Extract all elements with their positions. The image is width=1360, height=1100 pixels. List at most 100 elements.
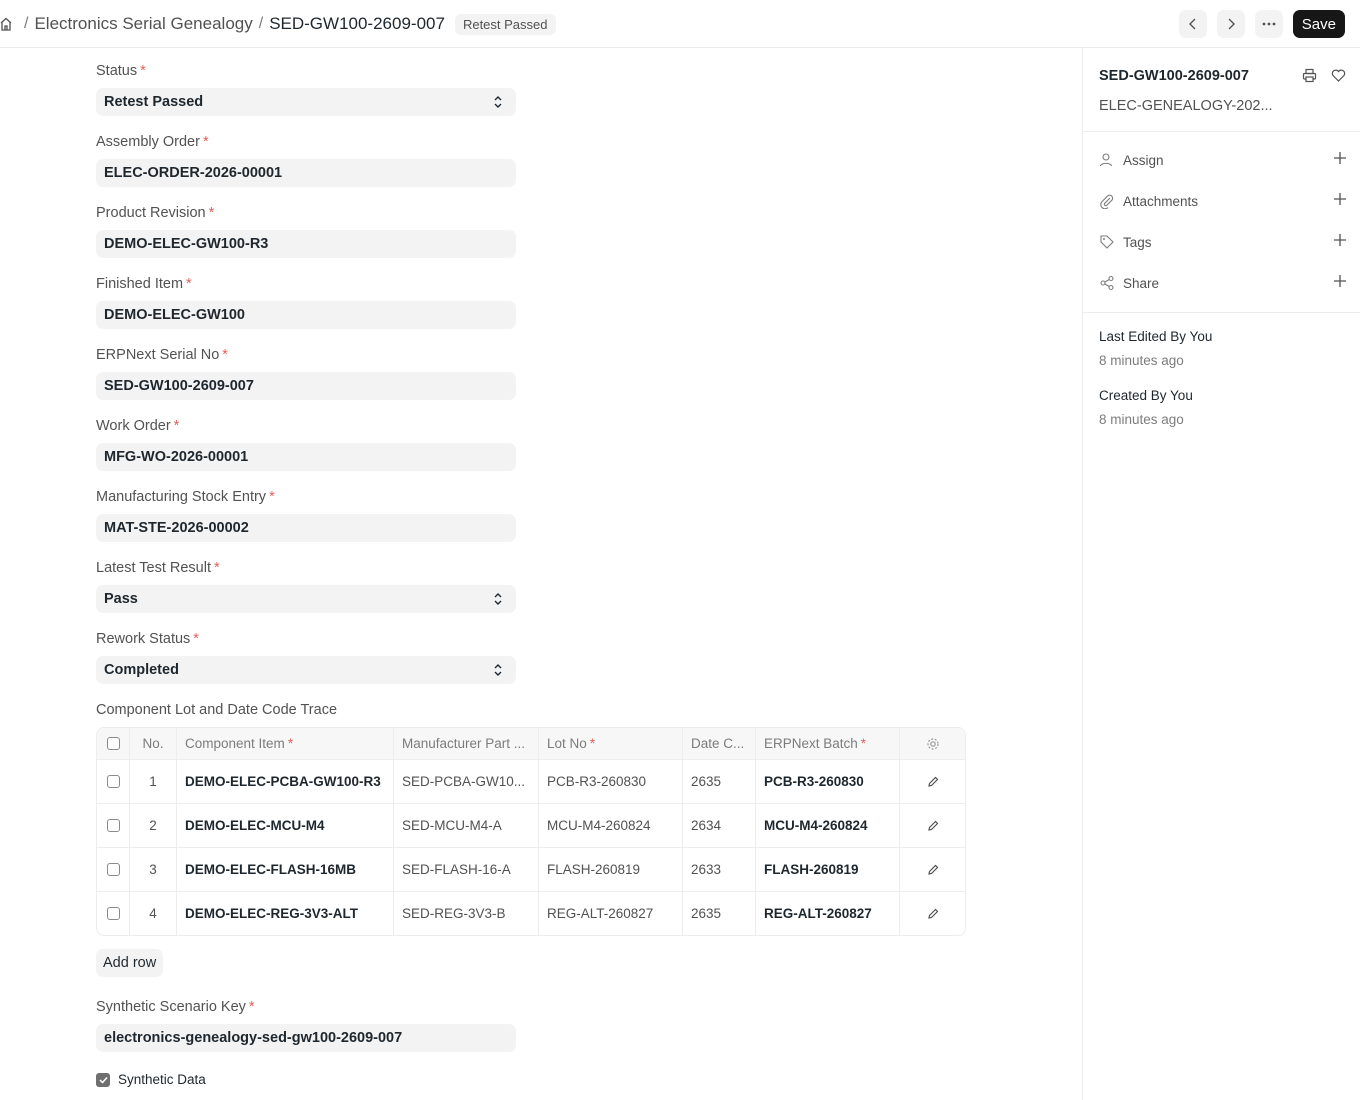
- scenario-key-field: Synthetic Scenario Key * electronics-gene…: [96, 996, 516, 1052]
- settings-icon: [926, 737, 939, 750]
- heart-icon[interactable]: [1331, 68, 1346, 83]
- edit-row-button[interactable]: [899, 804, 965, 847]
- edit-row-button[interactable]: [899, 848, 965, 891]
- previous-record-button[interactable]: [1178, 10, 1207, 38]
- select-all-checkbox[interactable]: [106, 737, 120, 750]
- manufacturer-part-cell[interactable]: SED-MCU-M4-A: [393, 804, 538, 847]
- tag-icon: [1100, 235, 1114, 249]
- save-button[interactable]: Save: [1292, 10, 1345, 38]
- product-revision-input[interactable]: DEMO-ELEC-GW100-R3: [96, 230, 516, 258]
- manufacturer-part-cell[interactable]: SED-FLASH-16-A: [393, 848, 538, 891]
- erpnext-batch-cell[interactable]: MCU-M4-260824: [755, 804, 899, 847]
- stock-entry-input[interactable]: MAT-STE-2026-00002: [96, 514, 516, 542]
- created-label: Created By You: [1099, 388, 1193, 403]
- sidebar-share[interactable]: Share: [1099, 272, 1347, 294]
- pencil-icon: [927, 908, 938, 919]
- work-order-field: Work Order * MFG-WO-2026-00001: [96, 415, 516, 471]
- component-item-cell[interactable]: DEMO-ELEC-PCBA-GW100-R3: [176, 760, 393, 803]
- manufacturer-part-cell[interactable]: SED-REG-3V3-B: [393, 892, 538, 935]
- row-number: 3: [129, 848, 176, 891]
- field-value: Retest Passed: [104, 94, 204, 110]
- finished-item-input[interactable]: DEMO-ELEC-GW100: [96, 301, 516, 329]
- erpnext-batch-cell[interactable]: REG-ALT-260827: [755, 892, 899, 935]
- edit-row-button[interactable]: [899, 760, 965, 803]
- component-item-cell[interactable]: DEMO-ELEC-FLASH-16MB: [176, 848, 393, 891]
- work-order-input[interactable]: MFG-WO-2026-00001: [96, 443, 516, 471]
- divider: [1083, 312, 1360, 313]
- sidebar-subtitle: ELEC-GENEALOGY-202...: [1099, 98, 1273, 114]
- row-checkbox[interactable]: [106, 775, 120, 788]
- sidebar-assign[interactable]: Assign: [1099, 149, 1347, 171]
- table-row[interactable]: 1 DEMO-ELEC-PCBA-GW100-R3 SED-PCBA-GW10.…: [97, 759, 965, 803]
- component-item-cell[interactable]: DEMO-ELEC-MCU-M4: [176, 804, 393, 847]
- assembly-order-field: Assembly Order * ELEC-ORDER-2026-00001: [96, 131, 516, 187]
- sidebar-tags[interactable]: Tags: [1099, 231, 1347, 253]
- rework-status-field: Rework Status * Completed: [96, 628, 516, 684]
- required-marker: *: [269, 489, 275, 505]
- print-icon[interactable]: [1302, 68, 1317, 83]
- erpnext-batch-cell[interactable]: FLASH-260819: [755, 848, 899, 891]
- row-checkbox[interactable]: [106, 819, 120, 832]
- field-label: Status: [96, 63, 138, 79]
- erpnext-batch-cell[interactable]: PCB-R3-260830: [755, 760, 899, 803]
- next-record-button[interactable]: [1216, 10, 1245, 38]
- column-header-erpnext-batch: ERPNext Batch: [764, 736, 858, 751]
- edit-row-button[interactable]: [899, 892, 965, 935]
- table-row[interactable]: 4 DEMO-ELEC-REG-3V3-ALT SED-REG-3V3-B RE…: [97, 891, 965, 935]
- lot-no-cell[interactable]: REG-ALT-260827: [538, 892, 682, 935]
- pencil-icon: [927, 820, 938, 831]
- lot-no-cell[interactable]: FLASH-260819: [538, 848, 682, 891]
- pencil-icon: [927, 864, 938, 875]
- lot-no-cell[interactable]: MCU-M4-260824: [538, 804, 682, 847]
- test-result-field: Latest Test Result * Pass: [96, 557, 516, 613]
- page-title: SED-GW100-2609-007: [269, 14, 445, 33]
- field-value: DEMO-ELEC-GW100-R3: [104, 236, 269, 252]
- component-trace-table: No. Component Item * Manufacturer Part ..…: [96, 727, 966, 936]
- plus-icon[interactable]: [1333, 274, 1347, 288]
- plus-icon[interactable]: [1333, 151, 1347, 165]
- component-item-cell[interactable]: DEMO-ELEC-REG-3V3-ALT: [176, 892, 393, 935]
- synthetic-data-checkbox[interactable]: Synthetic Data: [96, 1072, 206, 1087]
- status-select[interactable]: Retest Passed: [96, 88, 516, 116]
- more-icon: [1262, 22, 1276, 26]
- date-code-cell[interactable]: 2635: [682, 892, 755, 935]
- date-code-cell[interactable]: 2633: [682, 848, 755, 891]
- select-arrows-icon: [494, 96, 502, 108]
- paperclip-icon: [1100, 194, 1114, 209]
- scenario-key-input[interactable]: electronics-genealogy-sed-gw100-2609-007: [96, 1024, 516, 1052]
- plus-icon[interactable]: [1333, 192, 1347, 206]
- field-label: Assembly Order: [96, 134, 200, 150]
- row-checkbox[interactable]: [106, 907, 120, 920]
- field-value: SED-GW100-2609-007: [104, 378, 254, 394]
- lot-no-cell[interactable]: PCB-R3-260830: [538, 760, 682, 803]
- table-row[interactable]: 2 DEMO-ELEC-MCU-M4 SED-MCU-M4-A MCU-M4-2…: [97, 803, 965, 847]
- required-marker: *: [248, 999, 255, 1015]
- field-label: ERPNext Serial No: [96, 347, 220, 363]
- plus-icon[interactable]: [1333, 233, 1347, 247]
- date-code-cell[interactable]: 2634: [682, 804, 755, 847]
- serial-no-input[interactable]: SED-GW100-2609-007: [96, 372, 516, 400]
- rework-status-select[interactable]: Completed: [96, 656, 516, 684]
- sidebar-attachments[interactable]: Attachments: [1099, 190, 1347, 212]
- required-marker: *: [589, 736, 596, 751]
- row-checkbox[interactable]: [106, 863, 120, 876]
- test-result-select[interactable]: Pass: [96, 585, 516, 613]
- more-actions-button[interactable]: [1254, 10, 1283, 38]
- row-number: 1: [129, 760, 176, 803]
- table-row[interactable]: 3 DEMO-ELEC-FLASH-16MB SED-FLASH-16-A FL…: [97, 847, 965, 891]
- created-time: 8 minutes ago: [1099, 412, 1184, 427]
- manufacturer-part-cell[interactable]: SED-PCBA-GW10...: [393, 760, 538, 803]
- column-settings-button[interactable]: [899, 728, 965, 759]
- field-value: Completed: [104, 662, 179, 678]
- assembly-order-input[interactable]: ELEC-ORDER-2026-00001: [96, 159, 516, 187]
- row-number: 2: [129, 804, 176, 847]
- home-icon[interactable]: [0, 17, 12, 31]
- breadcrumb-separator: /: [24, 15, 29, 32]
- add-row-button[interactable]: Add row: [96, 949, 164, 977]
- table-header-row: No. Component Item * Manufacturer Part ..…: [97, 728, 965, 759]
- field-label: Finished Item: [96, 276, 184, 292]
- user-icon: [1099, 153, 1113, 167]
- required-marker: *: [214, 560, 220, 576]
- breadcrumb-parent[interactable]: Electronics Serial Genealogy: [34, 14, 252, 34]
- date-code-cell[interactable]: 2635: [682, 760, 755, 803]
